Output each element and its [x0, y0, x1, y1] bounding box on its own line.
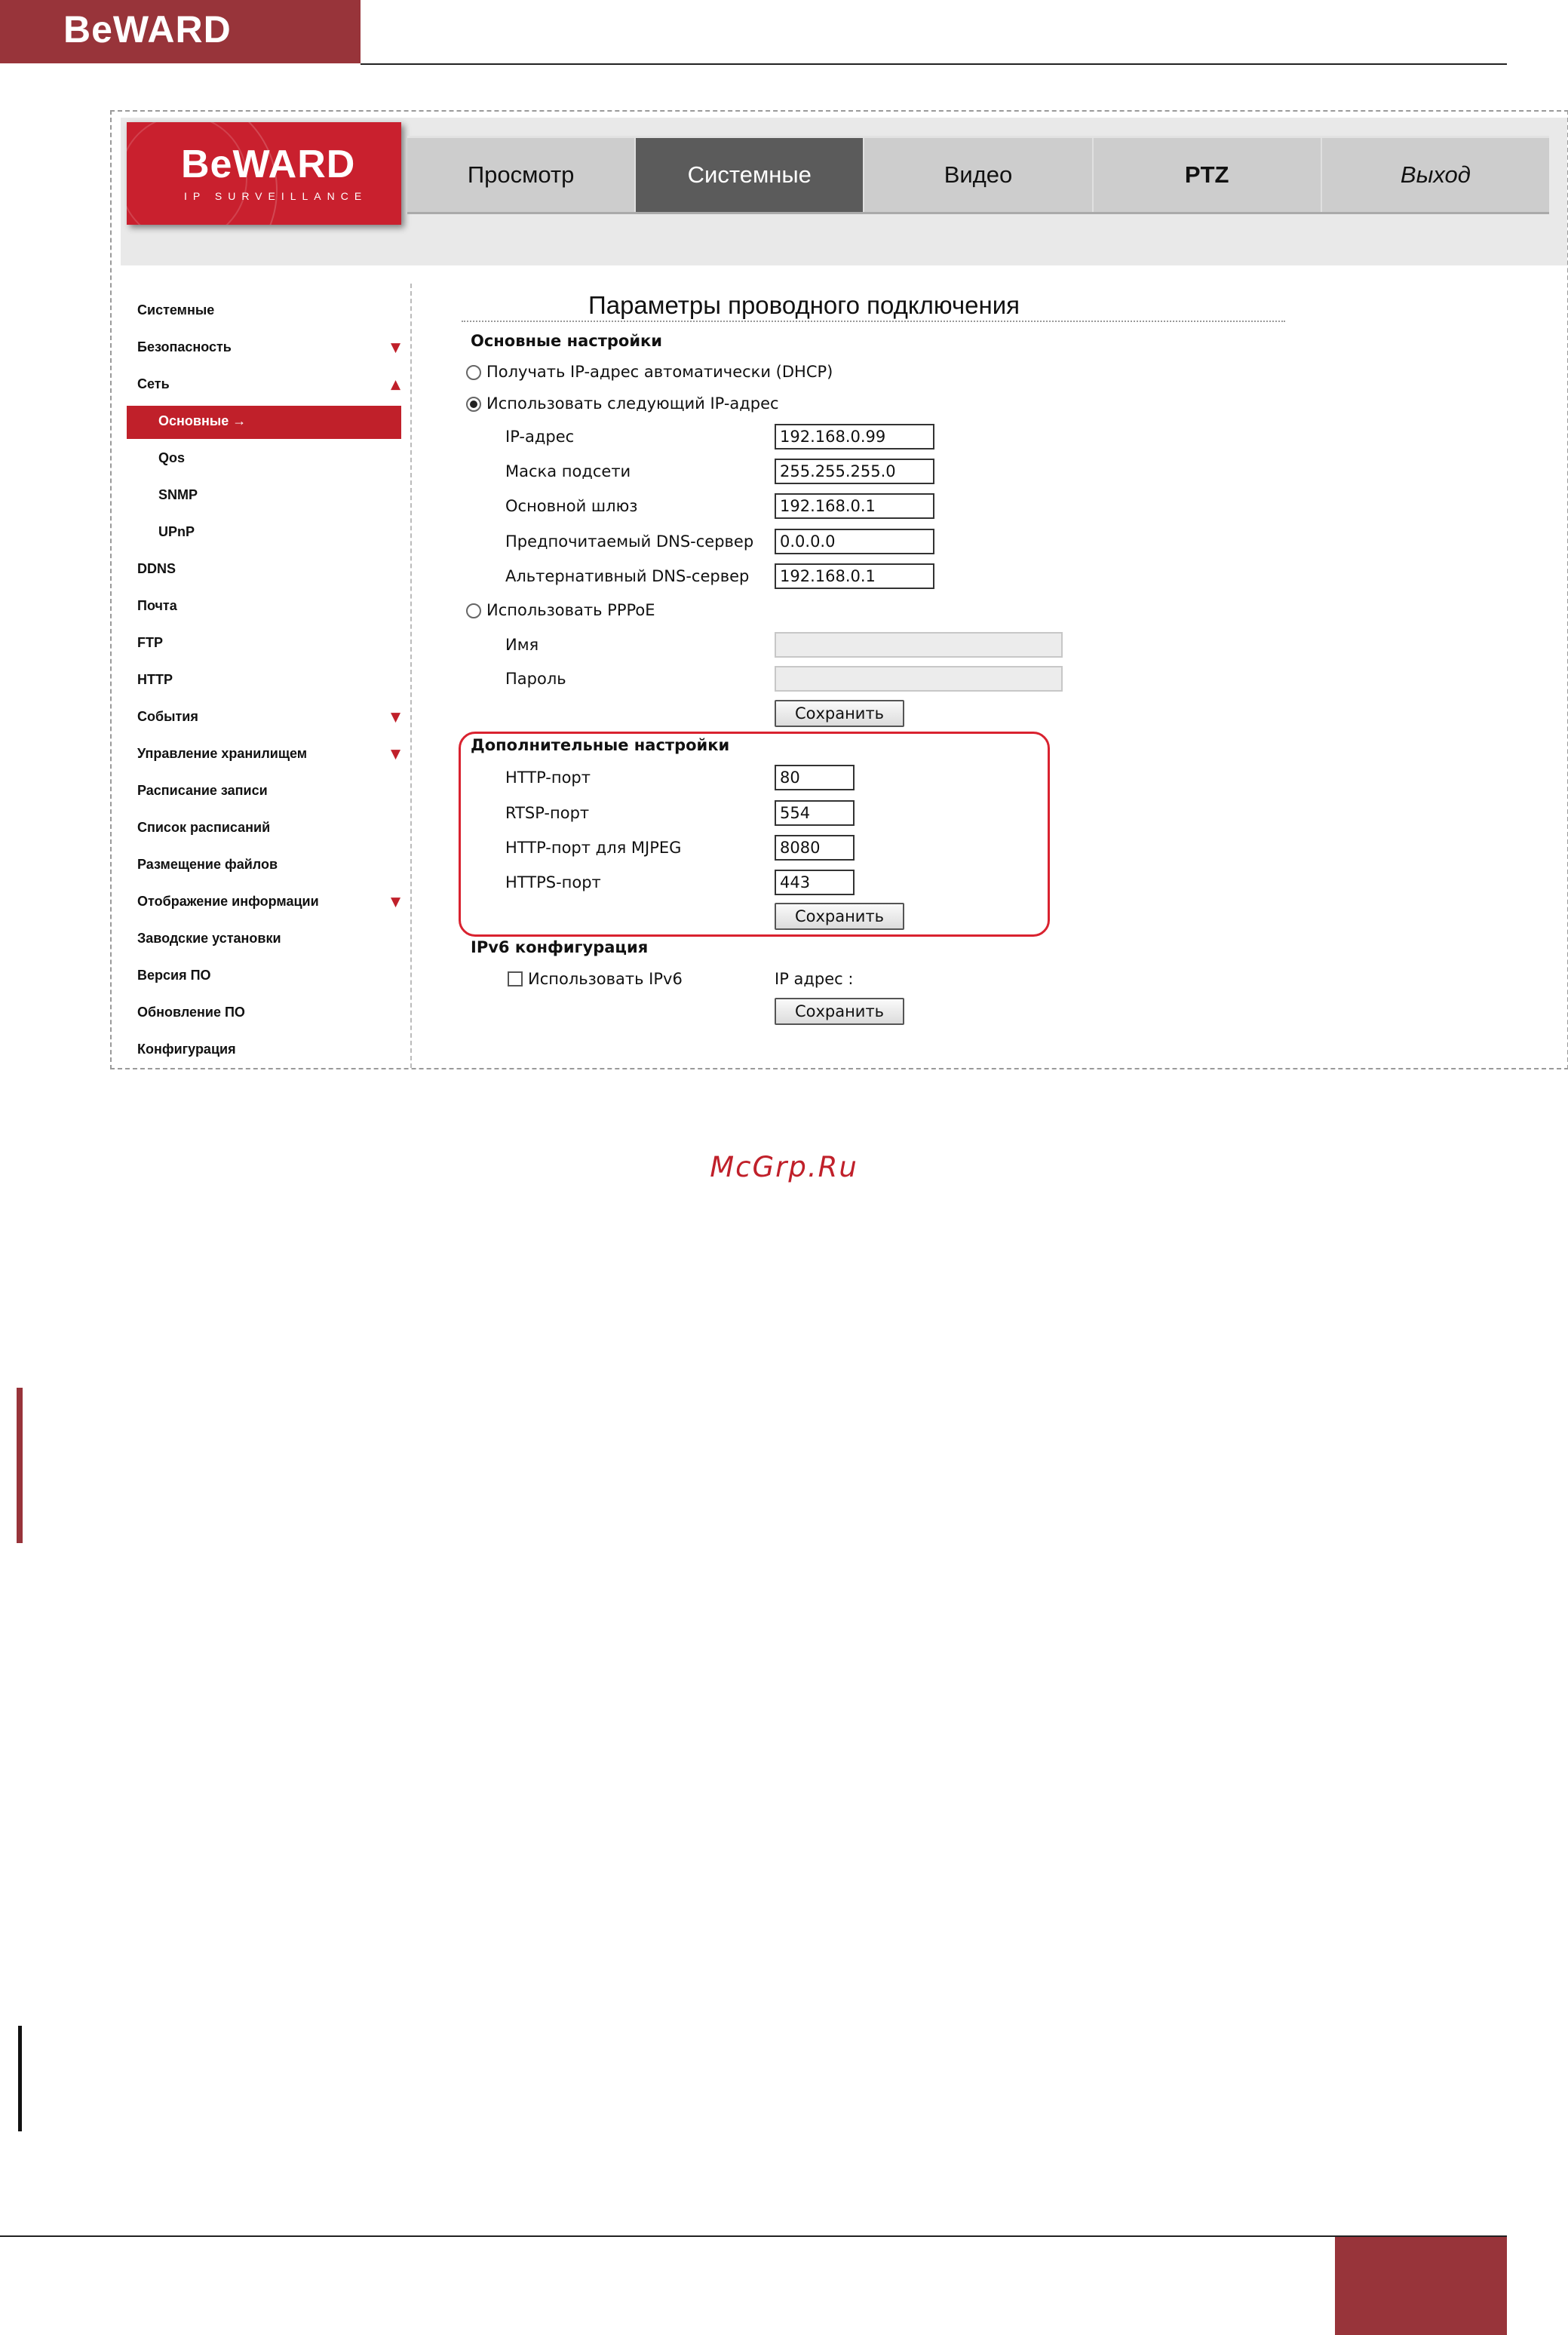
ip-address-label: IP-адрес: [505, 428, 575, 446]
title-divider: [462, 321, 1285, 322]
app-logo-text: BeWARD: [181, 143, 356, 186]
page-title: Параметры проводного подключения: [588, 291, 1020, 319]
save-basic-button[interactable]: Сохранить: [775, 700, 904, 727]
sidebar-item[interactable]: Управление хранилищем: [137, 746, 307, 762]
app-logo-subtitle: IP SURVEILLANCE: [184, 190, 368, 202]
pppoe-label: Использовать PPPoE: [486, 601, 655, 619]
https-port-label: HTTPS-порт: [505, 873, 601, 891]
http-port-label: HTTP-порт: [505, 769, 591, 787]
sidebar-item[interactable]: Обновление ПО: [137, 1005, 245, 1020]
sidebar-item[interactable]: Qos: [158, 450, 185, 466]
sidebar-divider: [410, 284, 412, 1068]
https-port-input[interactable]: 443: [775, 870, 855, 895]
tab-view[interactable]: Просмотр: [407, 138, 637, 212]
header-rule: [361, 63, 1507, 65]
collapse-arrow-icon[interactable]: ▲: [391, 377, 400, 392]
rtsp-port-input[interactable]: 554: [775, 800, 855, 826]
pppoe-radio[interactable]: [466, 603, 481, 618]
http-port-input[interactable]: 80: [775, 765, 855, 790]
margin-bar-red: [17, 1388, 23, 1543]
pppoe-name-label: Имя: [505, 636, 539, 654]
sidebar-item[interactable]: Размещение файлов: [137, 857, 278, 873]
expand-arrow-icon[interactable]: ▼: [391, 894, 400, 910]
pppoe-password-label: Пароль: [505, 670, 566, 688]
sidebar-item[interactable]: Заводские установки: [137, 931, 281, 947]
expand-arrow-icon[interactable]: ▼: [391, 710, 400, 725]
pppoe-name-input[interactable]: [775, 632, 1063, 658]
ipv6-use-label: Использовать IPv6: [528, 970, 683, 988]
ipv6-ip-label: IP адрес :: [775, 970, 854, 988]
brand-logo: BeWARD: [63, 8, 232, 51]
sidebar-item[interactable]: Версия ПО: [137, 968, 211, 983]
dhcp-label: Получать IP-адрес автоматически (DHCP): [486, 363, 833, 381]
subnet-mask-label: Маска подсети: [505, 462, 631, 480]
watermark: McGrp.Ru: [710, 1151, 858, 1183]
save-ipv6-button[interactable]: Сохранить: [775, 998, 904, 1025]
tab-system[interactable]: Системные: [636, 138, 865, 212]
dhcp-radio[interactable]: [466, 365, 481, 380]
sidebar-item[interactable]: Системные: [137, 302, 214, 318]
static-ip-label: Использовать следующий IP-адрес: [486, 394, 779, 413]
sidebar-item[interactable]: Конфигурация: [137, 1042, 236, 1057]
main-nav: Просмотр Системные Видео PTZ Выход: [407, 136, 1549, 214]
dns1-label: Предпочитаемый DNS-сервер: [505, 532, 754, 551]
sidebar-item[interactable]: Список расписаний: [137, 820, 270, 836]
footer-page-box: [1335, 2237, 1507, 2335]
pppoe-password-input[interactable]: [775, 666, 1063, 692]
highlight-box: [459, 732, 1050, 937]
footer-rule: [0, 2235, 1507, 2237]
dns1-input[interactable]: 0.0.0.0: [775, 529, 934, 554]
save-advanced-button[interactable]: Сохранить: [775, 903, 904, 930]
dns2-input[interactable]: 192.168.0.1: [775, 563, 934, 589]
tab-ptz[interactable]: PTZ: [1094, 138, 1322, 212]
tab-logout[interactable]: Выход: [1322, 138, 1549, 212]
subnet-mask-input[interactable]: 255.255.255.0: [775, 459, 934, 484]
sidebar-item[interactable]: Почта: [137, 598, 177, 614]
dns2-label: Альтернативный DNS-сервер: [505, 567, 750, 585]
gateway-input[interactable]: 192.168.0.1: [775, 493, 934, 519]
tab-video[interactable]: Видео: [864, 138, 1094, 212]
sidebar-item[interactable]: Отображение информации: [137, 894, 319, 910]
sidebar-item[interactable]: Сеть: [137, 376, 170, 392]
gateway-label: Основной шлюз: [505, 497, 638, 515]
sidebar-item[interactable]: HTTP: [137, 672, 173, 688]
sidebar-item[interactable]: Безопасность: [137, 339, 232, 355]
static-ip-radio[interactable]: [466, 397, 481, 412]
sidebar-item[interactable]: FTP: [137, 635, 163, 651]
ipv6-heading: IPv6 конфигурация: [471, 938, 649, 956]
mjpeg-port-input[interactable]: 8080: [775, 835, 855, 861]
advanced-settings-heading: Дополнительные настройки: [471, 736, 730, 754]
sidebar-item[interactable]: SNMP: [158, 487, 198, 503]
sidebar-item[interactable]: Расписание записи: [137, 783, 268, 799]
sidebar-item[interactable]: Основные →: [158, 413, 246, 429]
expand-arrow-icon[interactable]: ▼: [391, 340, 400, 355]
mjpeg-port-label: HTTP-порт для MJPEG: [505, 839, 682, 857]
sidebar-item[interactable]: UPnP: [158, 524, 195, 540]
expand-arrow-icon[interactable]: ▼: [391, 747, 400, 762]
ip-address-input[interactable]: 192.168.0.99: [775, 424, 934, 450]
rtsp-port-label: RTSP-порт: [505, 804, 590, 822]
margin-bar-black: [18, 2026, 22, 2131]
sidebar-item[interactable]: DDNS: [137, 561, 176, 577]
sidebar-item[interactable]: События: [137, 709, 198, 725]
basic-settings-heading: Основные настройки: [471, 332, 663, 350]
ipv6-checkbox[interactable]: [508, 971, 523, 986]
